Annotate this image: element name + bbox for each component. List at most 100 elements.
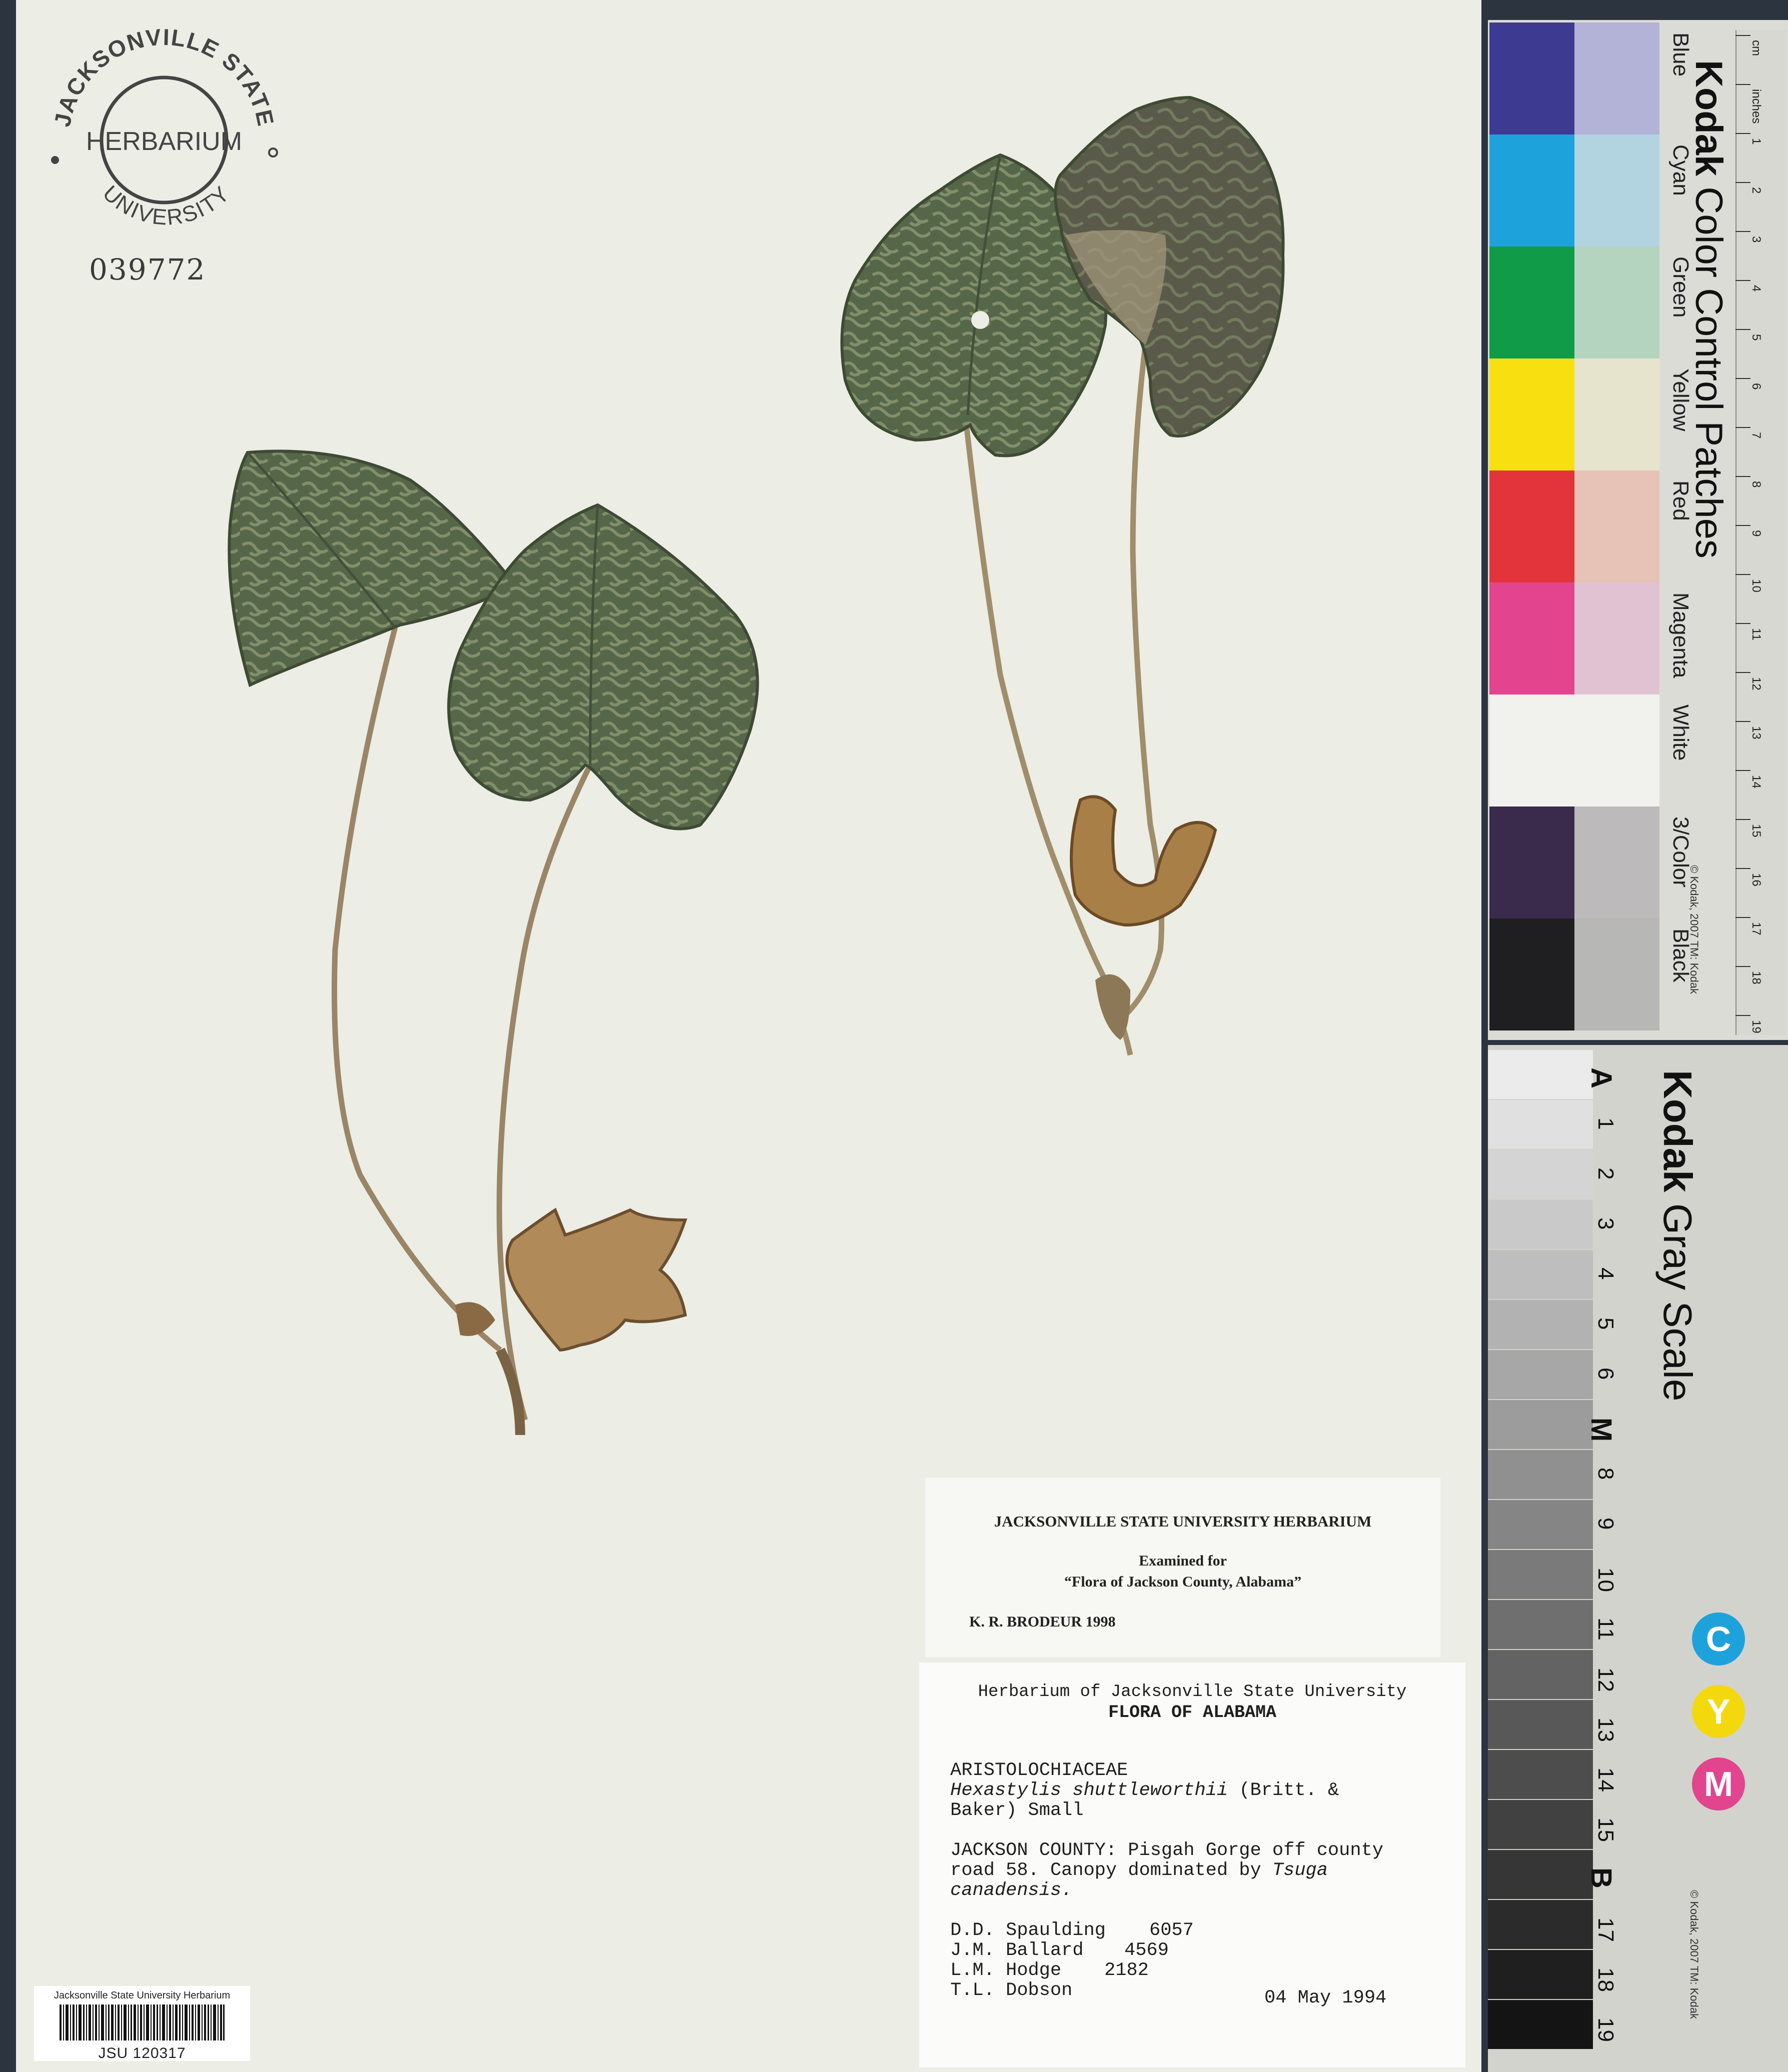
gray-step-label: 4: [1593, 1268, 1618, 1280]
ruler-label: 6: [1749, 383, 1763, 390]
gray-step: [1488, 1050, 1593, 1099]
gray-step: [1488, 1900, 1593, 1949]
ruler-tick: [1735, 280, 1750, 281]
ruler-tick: [1735, 378, 1750, 379]
ruler-label: 10: [1749, 579, 1763, 592]
ruler-tick: [1735, 770, 1750, 771]
collector-number: 2182: [1104, 1960, 1149, 1981]
specimen-label: Herbarium of Jacksonville State Universi…: [919, 1662, 1465, 2068]
label-species: Hexastylis shuttleworthii: [950, 1780, 1228, 1801]
gray-card-title-text: Gray Scale: [1655, 1203, 1700, 1402]
color-patch-dark: [1489, 358, 1574, 470]
ruler-label: 19: [1749, 1020, 1763, 1034]
collection-date: 04 May 1994: [1264, 1988, 1387, 2008]
color-card-title: Kodak Color Control Patches: [1687, 60, 1730, 558]
herbarium-stamp: JACKSONVILLE STATE HERBARIUM UNIVERSITY: [49, 24, 278, 230]
ruler-label: 2: [1749, 187, 1763, 194]
gray-step: [1488, 1800, 1593, 1849]
gray-step-label: 14: [1593, 1768, 1618, 1792]
gray-step-label: 18: [1593, 1968, 1618, 1992]
gray-step: [1488, 1500, 1593, 1549]
stamp-center-text: HERBARIUM: [86, 127, 242, 156]
left-plant: [228, 450, 759, 1436]
color-patch-dark: [1489, 134, 1574, 246]
examination-label: JACKSONVILLE STATE UNIVERSITY HERBARIUM …: [925, 1478, 1440, 1658]
exam-line-3: K. R. BRODEUR 1998: [969, 1614, 1116, 1630]
label-locality-2-italic: Tsuga: [1272, 1860, 1328, 1881]
ruler-label: 7: [1749, 432, 1763, 439]
collector-name: L.M. Hodge: [950, 1960, 1062, 1981]
color-patch-dark: [1489, 246, 1574, 358]
color-patch-label: Magenta: [1668, 592, 1693, 678]
color-patch-dark: [1489, 470, 1574, 582]
gray-step-label: 1: [1593, 1118, 1618, 1130]
gray-step: [1488, 1400, 1593, 1449]
right-plant: [840, 96, 1285, 1056]
gray-step-label: 5: [1593, 1318, 1618, 1330]
gray-step-label: 19: [1593, 2018, 1618, 2042]
color-patch-dark: [1489, 806, 1574, 918]
ruler-label: 18: [1749, 971, 1763, 984]
gray-step: [1488, 1150, 1593, 1199]
cym-marker: Y: [1692, 1685, 1745, 1738]
ruler-tick: [1735, 1015, 1750, 1016]
exam-line-1: Examined for: [1139, 1552, 1227, 1569]
ruler-tick: [1735, 231, 1750, 232]
color-patch-dark: [1489, 582, 1574, 694]
color-card-brand: Kodak: [1687, 60, 1730, 176]
gray-step-label: 13: [1593, 1718, 1618, 1742]
gray-step-label: 9: [1593, 1518, 1618, 1530]
color-patch-light: [1574, 918, 1659, 1030]
label-subheader: FLORA OF ALABAMA: [1108, 1702, 1277, 1722]
svg-text:UNIVERSITY: UNIVERSITY: [98, 181, 235, 230]
gray-step: [1488, 1650, 1593, 1699]
gray-card-copyright: © Kodak, 2007 TM: Kodak: [1688, 1890, 1700, 2019]
catalog-number: 039772: [89, 252, 206, 286]
gray-step: [1488, 1600, 1593, 1649]
color-patch-dark: [1489, 918, 1574, 1030]
ruler-label: 16: [1749, 873, 1763, 886]
ruler-tick: [1735, 182, 1750, 183]
ruler-tick: [1735, 84, 1750, 85]
gray-step: [1488, 1200, 1593, 1249]
label-species-line: Hexastylis shuttleworthii (Britt. &: [950, 1780, 1339, 1801]
gray-step: [1488, 1450, 1593, 1499]
gray-step: [1488, 1250, 1593, 1299]
gray-step-label: 17: [1593, 1918, 1618, 1942]
color-patch-light: [1574, 134, 1659, 246]
ruler-label: 14: [1749, 775, 1763, 788]
color-patch-light: [1574, 470, 1659, 582]
gray-step-label: A: [1585, 1068, 1617, 1088]
ruler-tick: [1735, 721, 1750, 722]
ruler-label: 17: [1749, 922, 1763, 936]
ruler-label: 5: [1749, 334, 1763, 341]
ruler-label: 4: [1749, 285, 1763, 292]
gray-step-label: 11: [1593, 1618, 1618, 1640]
ruler-label: cm: [1749, 40, 1763, 56]
ruler-tick: [1735, 427, 1750, 428]
label-locality-3: canadensis.: [950, 1880, 1073, 1901]
barcode-bars: [60, 2004, 225, 2040]
gray-step: [1488, 1550, 1593, 1599]
gray-step-label: 12: [1593, 1668, 1618, 1692]
gray-step-label: M: [1585, 1418, 1617, 1442]
cym-marker: M: [1692, 1758, 1745, 1810]
gray-step: [1488, 1950, 1593, 1999]
gray-step-label: B: [1585, 1868, 1617, 1888]
ruler-tick: [1735, 133, 1750, 134]
collector-number: 4569: [1124, 1940, 1169, 1961]
ruler-label: 8: [1749, 481, 1763, 488]
label-authority-1: (Britt. &: [1239, 1780, 1339, 1801]
gray-step-label: 15: [1593, 1818, 1618, 1842]
gray-step-label: 6: [1593, 1368, 1618, 1380]
collector-name: D.D. Spaulding: [950, 1920, 1106, 1941]
ruler-label: inches: [1749, 89, 1763, 124]
ruler-label: 11: [1749, 628, 1763, 640]
color-patch-light: [1574, 22, 1659, 134]
ruler-tick: [1735, 966, 1750, 967]
color-patch-light: [1574, 358, 1659, 470]
ruler-tick: [1735, 819, 1750, 820]
gray-step: [1488, 1850, 1593, 1899]
color-patch-light: [1574, 246, 1659, 358]
ruler-tick: [1735, 476, 1750, 477]
